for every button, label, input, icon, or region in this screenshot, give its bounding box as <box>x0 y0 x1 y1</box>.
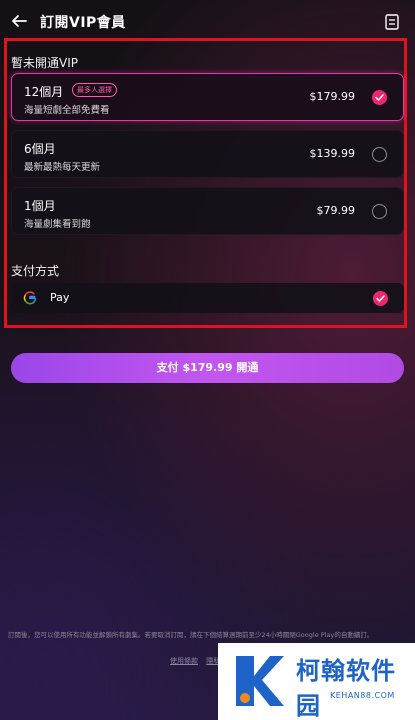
watermark-logo-icon <box>236 656 284 706</box>
plan-radio[interactable] <box>372 147 387 162</box>
watermark-subtext: KEHAN88.COM <box>330 691 395 700</box>
plan-card-6-months[interactable]: 6個月 最新最熱每天更新 $139.99 <box>11 130 404 178</box>
plan-radio-checked[interactable] <box>372 90 387 105</box>
plan-name: 6個月 <box>24 142 56 156</box>
plan-price: $79.99 <box>316 204 356 217</box>
subscription-disclaimer: 訂閱後，您可以使用所有功能並解鎖所有劇集。若要取消訂閱，請在下個結算週期前至少2… <box>8 631 374 639</box>
plan-card-1-month[interactable]: 1個月 海量劇集看到飽 $79.99 <box>11 187 404 235</box>
back-arrow-icon[interactable] <box>10 12 28 30</box>
site-watermark: 柯翰软件园 KEHAN88.COM <box>218 643 415 720</box>
plan-card-12-months[interactable]: 12個月 最多人選擇 海量短劇全部免費看 $179.99 <box>11 73 404 121</box>
plan-description: 最新最熱每天更新 <box>24 162 101 173</box>
terms-link[interactable]: 使用條款 <box>170 657 198 665</box>
plan-price: $179.99 <box>309 90 356 103</box>
plan-radio[interactable] <box>372 204 387 219</box>
plan-name: 1個月 <box>24 199 56 213</box>
vip-status-text: 暫未開通VIP <box>11 56 78 70</box>
google-g-icon <box>23 291 37 305</box>
payment-method-google-pay[interactable]: Pay <box>11 283 404 313</box>
order-record-icon[interactable] <box>385 14 399 30</box>
watermark-text: 柯翰软件园 <box>296 657 396 720</box>
popular-badge: 最多人選擇 <box>72 83 117 97</box>
payment-method-label: Pay <box>50 291 70 304</box>
page-title: 訂閱VIP會員 <box>40 15 126 31</box>
plan-description: 海量劇集看到飽 <box>24 219 91 230</box>
check-icon <box>376 295 385 302</box>
plan-description: 海量短劇全部免費看 <box>24 105 110 116</box>
check-icon <box>375 94 384 101</box>
plan-price: $139.99 <box>309 147 356 160</box>
plan-name: 12個月 <box>24 85 64 99</box>
pay-subscribe-button[interactable]: 支付 $179.99 開通 <box>11 353 404 383</box>
payment-section-title: 支付方式 <box>11 264 60 278</box>
payment-radio-checked[interactable] <box>373 291 388 306</box>
